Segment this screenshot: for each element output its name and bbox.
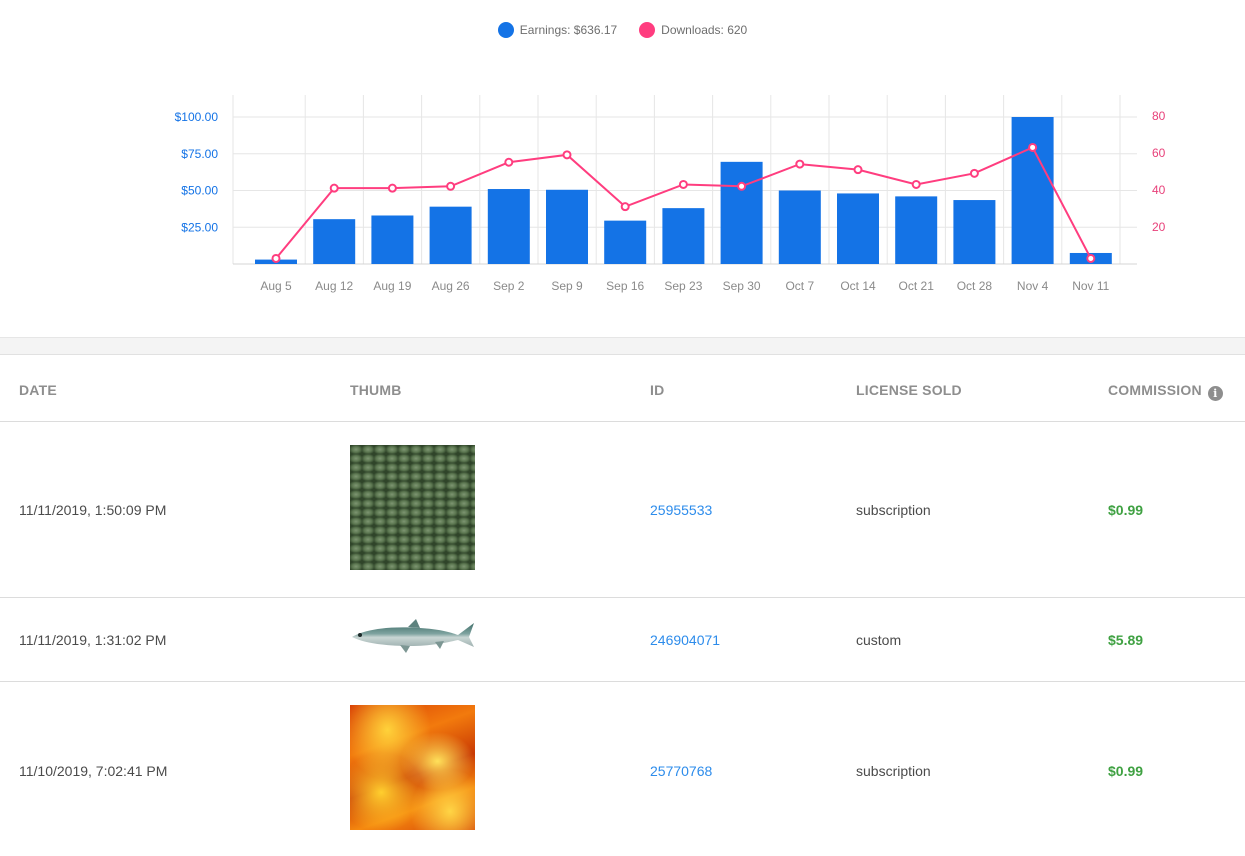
y-left-tick-label: $25.00 <box>181 220 218 234</box>
earnings-bar <box>720 161 763 264</box>
y-right-tick-label: 80 <box>1152 109 1166 123</box>
table-header: DATE THUMB ID LICENSE SOLD COMMISSION i <box>0 355 1245 422</box>
downloads-point <box>620 202 630 212</box>
downloads-point <box>1028 142 1038 152</box>
sales-table: DATE THUMB ID LICENSE SOLD COMMISSION i 1… <box>0 355 1245 856</box>
earnings-bar <box>1011 117 1054 264</box>
x-tick-label: Sep 16 <box>606 279 644 293</box>
x-tick-label: Oct 7 <box>785 279 814 293</box>
thumb-image-scales[interactable] <box>350 445 475 570</box>
downloads-point <box>1086 253 1096 263</box>
downloads-point <box>387 183 397 193</box>
y-left-tick-label: $50.00 <box>181 184 218 198</box>
x-tick-label: Sep 23 <box>664 279 702 293</box>
earnings-bar <box>371 215 414 264</box>
x-tick-label: Oct 14 <box>840 279 876 293</box>
earnings-bar <box>837 193 879 264</box>
row-id-link[interactable]: 25955533 <box>650 502 712 518</box>
row-commission: $0.99 <box>1108 763 1144 779</box>
header-license[interactable]: LICENSE SOLD <box>856 382 962 398</box>
row-commission: $0.99 <box>1108 502 1144 518</box>
downloads-point <box>795 159 805 169</box>
row-commission: $5.89 <box>1108 632 1144 648</box>
earnings-bar <box>487 189 530 264</box>
header-date[interactable]: DATE <box>19 382 57 398</box>
downloads-point <box>446 181 456 191</box>
row-license: custom <box>856 632 902 648</box>
x-tick-label: Oct 28 <box>957 279 993 293</box>
y-left-tick-label: $75.00 <box>181 147 218 161</box>
y-right-tick-label: 20 <box>1152 220 1166 234</box>
earnings-bar <box>662 208 705 264</box>
downloads-point <box>271 253 281 263</box>
downloads-point <box>737 181 747 191</box>
y-right-tick-label: 60 <box>1152 146 1166 160</box>
x-tick-label: Nov 11 <box>1072 279 1109 293</box>
table-row: 11/11/2019, 1:50:09 PM 25955533 subscrip… <box>0 422 1245 598</box>
thumb-image-fish[interactable] <box>350 615 475 659</box>
downloads-point <box>853 165 863 175</box>
earnings-bar <box>546 189 588 264</box>
downloads-point <box>329 183 339 193</box>
x-tick-label: Aug 19 <box>373 279 411 293</box>
table-row: 11/11/2019, 1:31:02 PM 246904071 custom … <box>0 598 1245 682</box>
earnings-bar <box>953 200 996 264</box>
x-tick-label: Aug 12 <box>315 279 353 293</box>
downloads-point <box>504 157 514 167</box>
thumb-image-fire[interactable] <box>350 705 475 830</box>
chart-svg: $25.00 $50.00 $75.00 $100.00 20 40 60 80 Aug 5 Au… <box>175 95 1166 293</box>
y-right-tick-label: 40 <box>1152 183 1166 197</box>
header-thumb: THUMB <box>350 382 402 398</box>
x-tick-label: Oct 21 <box>899 279 935 293</box>
x-tick-label: Aug 5 <box>260 279 292 293</box>
earnings-bar <box>604 220 647 264</box>
downloads-point <box>562 150 572 160</box>
row-license: subscription <box>856 763 931 779</box>
earnings-bar <box>313 219 356 264</box>
earnings-bar <box>778 190 821 264</box>
earnings-chart: Earnings: $636.17 Downloads: 620 $25.00 $… <box>0 0 1245 337</box>
header-commission-label: COMMISSION <box>1108 382 1202 398</box>
x-tick-label: Sep 30 <box>723 279 761 293</box>
row-id-link[interactable]: 246904071 <box>650 632 720 648</box>
header-commission[interactable]: COMMISSION i <box>1108 382 1223 401</box>
y-left-tick-label: $100.00 <box>175 110 219 124</box>
earnings-bar <box>895 196 938 264</box>
info-icon[interactable]: i <box>1207 386 1223 401</box>
downloads-point <box>911 179 921 189</box>
table-row: 11/10/2019, 7:02:41 PM 25770768 subscrip… <box>0 682 1245 856</box>
section-divider <box>0 337 1245 355</box>
row-date: 11/11/2019, 1:31:02 PM <box>19 632 167 648</box>
row-license: subscription <box>856 502 931 518</box>
x-tick-label: Nov 4 <box>1017 279 1049 293</box>
header-id[interactable]: ID <box>650 382 664 398</box>
x-tick-label: Aug 26 <box>432 279 470 293</box>
downloads-point <box>969 168 979 178</box>
x-tick-label: Sep 9 <box>551 279 583 293</box>
downloads-point <box>678 179 688 189</box>
row-date: 11/10/2019, 7:02:41 PM <box>19 763 168 779</box>
x-tick-label: Sep 2 <box>493 279 525 293</box>
earnings-bar <box>429 206 472 264</box>
row-date: 11/11/2019, 1:50:09 PM <box>19 502 167 518</box>
row-id-link[interactable]: 25770768 <box>650 763 712 779</box>
